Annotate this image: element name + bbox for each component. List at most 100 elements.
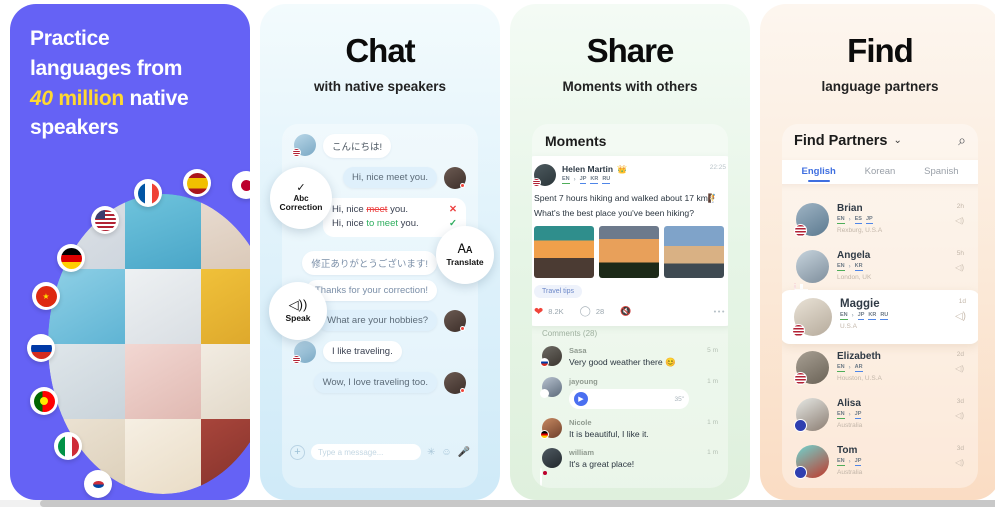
flag-russia-bubble [27,334,55,362]
find-phone-mock: Find Partners ⌄ ⌕ English Korean Spanish… [782,124,978,488]
chat-bubble[interactable]: I like traveling. [323,340,402,362]
comments-list: Sasa 5 m Very good weather there 😊 jayou… [540,346,718,487]
partner-row-elizabeth[interactable]: Elizabeth EN › AR Houston, U.S.A 2d ◁) [792,344,968,391]
unread-dot [460,387,465,393]
chevron-down-icon[interactable]: ⌄ [893,135,901,146]
partner-row-alisa[interactable]: Alisa EN › JP Australia 3d ◁) [792,391,968,438]
language-tabs: English Korean Spanish [782,160,978,184]
flag-usa-icon [792,324,805,337]
comment-button[interactable]: ◯ 28 [580,306,605,317]
message-input[interactable]: Type a message... [311,444,421,460]
speaker-small-icon[interactable]: ◁) [955,364,964,373]
post-image[interactable] [664,225,724,278]
speaker-small-icon[interactable]: ◁) [955,311,966,322]
partner-languages: EN › KR [837,263,871,271]
cross-icon: ✕ [449,204,457,215]
search-icon[interactable]: ⌕ [958,132,966,149]
flag-usa-icon [292,354,301,364]
arrow-icon: › [848,264,851,270]
flag-south-korea-bubble [84,470,112,498]
right-word: to meet [366,218,399,230]
correction-card[interactable]: Hi, nice meet you. ✕ Hi, nice to meet yo… [323,198,466,237]
feature-speak[interactable]: ◁)) Speak [269,282,327,340]
flag-south-korea-icon [87,473,109,495]
comment-item[interactable]: jayoung 1 m ▶ 35" [540,377,718,409]
post-image[interactable] [599,225,659,278]
lang-chip: JP [854,411,862,419]
partner-meta: 2h ◁) [955,203,964,225]
feature-speak-label: Speak [285,313,311,324]
speaker-small-icon[interactable]: ◁) [955,263,964,272]
chat-bubble[interactable]: こんにちは! [323,134,392,158]
partner-row-angela[interactable]: Angela EN › KR London, UK 5h ◁) [792,243,968,302]
app-store-screenshot-gallery: Practice languages from 40 million nativ… [0,0,995,507]
tab-english[interactable]: English [788,166,849,177]
correction-right-line: Hi, nice to meet you. ✓ [332,217,457,231]
horizontal-scrollbar[interactable] [0,500,995,507]
lang-chip: ES [854,216,862,224]
post-tag[interactable]: Travel tips [534,284,583,298]
speaker-small-icon[interactable]: ◁) [955,411,964,420]
tab-spanish[interactable]: Spanish [911,166,972,177]
tab-korean[interactable]: Korean [849,166,910,177]
flag-australia-icon [794,419,807,432]
scrollbar-thumb[interactable] [40,500,995,507]
no-sound-icon[interactable]: 🔇 [620,306,631,317]
comments-header: Comments (28) [542,329,598,338]
post-images[interactable] [534,225,726,278]
partner-row-brian[interactable]: Brian EN › ES JP Rexburg, U.S.A 2h ◁) [792,196,968,243]
partner-row-tom[interactable]: Tom EN › JP Australia 3d ◁) [792,438,968,485]
lang-chip: AR [854,364,863,372]
partner-languages: EN › JP KR RU [840,312,889,320]
flag-italy-icon [57,435,79,457]
flag-germany-icon [60,247,82,269]
more-dots-icon[interactable]: ••• [714,307,726,316]
avatar [444,371,466,394]
feature-correction[interactable]: ✓ Abc Correction [270,167,332,229]
comment-item[interactable]: Sasa 5 m Very good weather there 😊 [540,346,718,368]
speaker-small-icon[interactable]: ◁) [955,216,964,225]
partner-time: 1d [958,298,966,305]
arrow-icon: › [573,177,576,183]
plus-icon[interactable]: + [290,444,305,460]
chat-bubble[interactable]: 修正ありがとうございます! [302,250,437,275]
chat-bubble[interactable]: Wow, I love traveling too. [313,371,437,393]
flag-germany-bubble [57,244,85,272]
check-abc-icon: ✓ [296,182,306,195]
unread-dot [460,325,465,331]
comment-item[interactable]: william 1 m It's a great place! [540,448,718,487]
play-icon[interactable]: ▶ [574,392,588,406]
comment-author: jayoung [569,377,598,386]
flag-france-icon [137,182,159,204]
post-image[interactable] [534,225,594,278]
flag-usa-icon [794,372,807,385]
avatar [540,377,562,398]
moment-post[interactable]: Helen Martin 👑 EN › JP KR RU 22:25 Spent… [532,156,728,326]
avatar [532,164,556,187]
comment-author: Nicole [569,418,592,427]
chat-bubble[interactable]: What are your hobbies? [318,309,437,331]
feature-translate[interactable]: 🗛 Translate [436,226,494,284]
microphone-icon[interactable]: 🎤 [458,447,470,458]
partner-location: Rexburg, U.S.A [837,227,883,234]
find-partners-title: Find Partners [794,132,888,149]
partner-row-maggie[interactable]: Maggie EN › JP KR RU U.S.A 1d ◁) [782,290,978,344]
speaker-small-icon[interactable]: ◁) [955,458,964,467]
like-button[interactable]: ❤ 8.2K [534,305,564,318]
avatar [794,351,829,385]
comment-item[interactable]: Nicole 1 m It is beautiful, I like it. [540,418,718,439]
sticker-icon[interactable]: ✳ [427,447,435,458]
speaker-icon: ◁)) [288,297,308,313]
partner-time: 2d [956,351,964,358]
partner-languages: EN › JP [837,411,862,419]
partner-location: London, UK [837,274,872,281]
voice-message[interactable]: ▶ 35" [569,389,689,409]
emoji-icon[interactable]: ☺ [441,447,451,458]
comment-time: 1 m [707,449,718,456]
chat-bubble[interactable]: Thanks for your correction! [306,279,437,301]
partner-meta: 3d ◁) [955,445,964,467]
find-title: Find [847,32,914,69]
partner-languages: EN › ES JP [837,216,882,224]
chat-bubble[interactable]: Hi, nice meet you. [342,167,437,188]
partner-location: U.S.A [840,323,857,330]
